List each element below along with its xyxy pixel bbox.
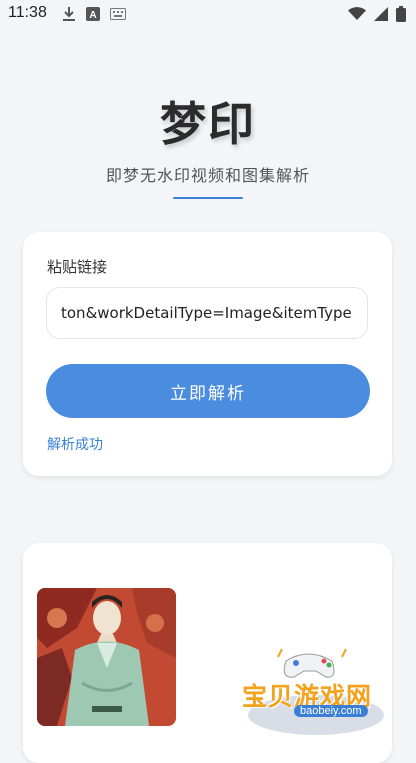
svg-text:A: A (89, 10, 96, 21)
signal-icon (374, 7, 388, 21)
download-icon (62, 6, 76, 22)
wifi-icon (348, 7, 366, 21)
status-time: 11:38 (8, 4, 47, 21)
illustration-image (37, 588, 176, 726)
watermark-url: baobeiy.com (294, 705, 368, 717)
watermark-logo: 宝贝游戏网 baobeiy.com (238, 645, 388, 737)
status-icons-left: A (62, 6, 126, 22)
title-underline (173, 197, 243, 199)
battery-icon (396, 6, 406, 22)
keyboard-icon (110, 8, 126, 20)
font-a-icon: A (86, 7, 100, 21)
result-image-thumbnail[interactable] (37, 588, 176, 726)
link-input-value: ton&workDetailType=Image&itemType=9 (61, 304, 353, 322)
app-subtitle: 即梦无水印视频和图集解析 (105, 166, 310, 185)
status-bar: 11:38 A (0, 0, 416, 28)
link-input-label: 粘贴链接 (47, 258, 108, 276)
parse-button[interactable]: 立即解析 (46, 364, 370, 418)
status-icons-right (348, 6, 406, 22)
link-input[interactable]: ton&workDetailType=Image&itemType=9 (46, 287, 368, 339)
input-card: 粘贴链接 ton&workDetailType=Image&itemType=9… (23, 232, 392, 476)
app-title: 梦印 (160, 97, 256, 151)
parse-status-message: 解析成功 (47, 437, 103, 453)
